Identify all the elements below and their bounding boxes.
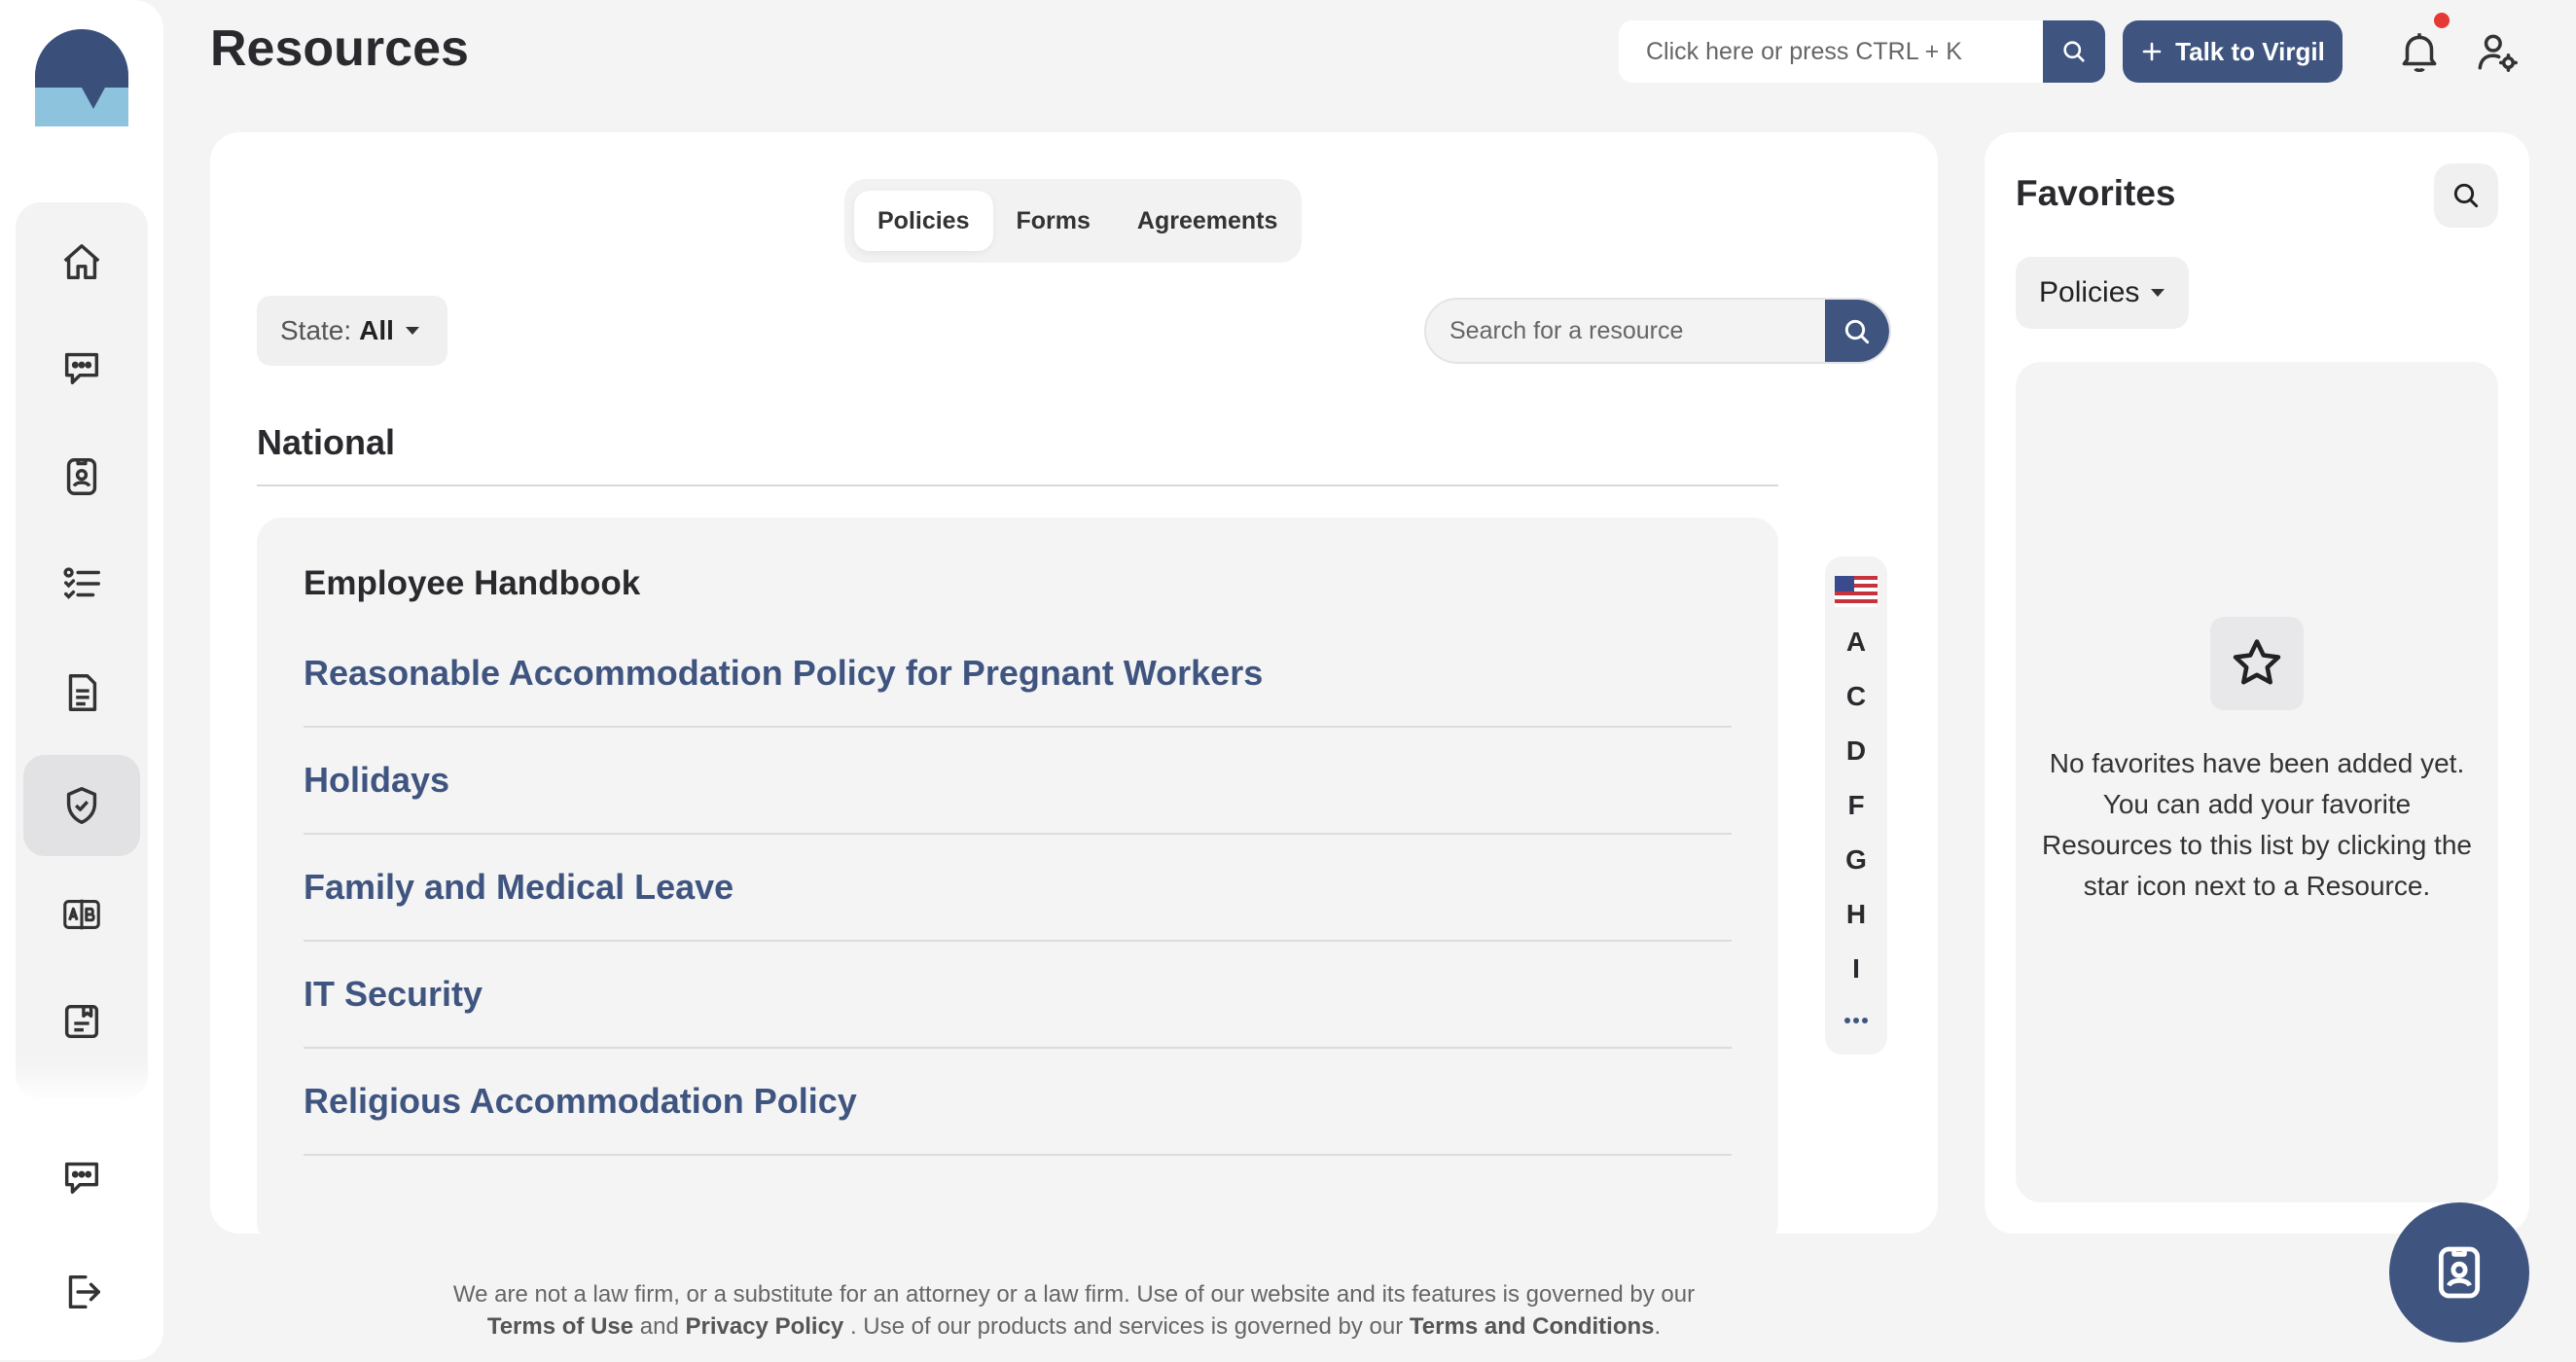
nav-tasks[interactable]: [23, 533, 140, 634]
shield-check-icon: [66, 787, 97, 824]
empty-message-line1: No favorites have been added yet.: [2049, 748, 2465, 778]
list-item[interactable]: Family and Medical Leave: [304, 835, 1732, 942]
section-divider: [257, 484, 1778, 486]
nav-home[interactable]: [23, 212, 140, 313]
state-filter-value: All: [359, 315, 394, 345]
floating-assistant-button[interactable]: [2389, 1202, 2529, 1343]
bell-icon: [2402, 33, 2437, 73]
global-search-input[interactable]: [1619, 20, 2043, 83]
empty-message-line2: You can add your favorite Resources to t…: [2042, 789, 2472, 901]
footer-disclaimer: We are not a law firm, or a substitute f…: [210, 1278, 1938, 1343]
page-title: Resources: [210, 20, 469, 77]
terms-and-conditions-link[interactable]: Terms and Conditions: [1410, 1313, 1655, 1340]
document-icon: [68, 674, 97, 711]
resource-search-input[interactable]: [1426, 300, 1825, 362]
chat-icon: [64, 352, 99, 385]
more-icon[interactable]: [1825, 1000, 1887, 1031]
nav-group: [16, 202, 148, 1099]
account-button[interactable]: [2473, 27, 2522, 76]
nav-chat[interactable]: [23, 317, 140, 418]
list-heading: Employee Handbook: [304, 564, 641, 602]
search-icon: [1844, 319, 1870, 344]
global-search-button[interactable]: [2043, 20, 2105, 83]
star-icon: [2210, 617, 2304, 710]
index-letter-d[interactable]: D: [1825, 735, 1887, 767]
privacy-policy-link[interactable]: Privacy Policy: [686, 1313, 844, 1340]
nav-documents[interactable]: [23, 642, 140, 743]
bookmark-doc-icon: [64, 1004, 99, 1039]
favorites-search-button[interactable]: [2434, 163, 2498, 228]
footer-text-1: We are not a law firm, or a substitute f…: [452, 1281, 1696, 1308]
alphabet-index: A C D F G H I: [1825, 556, 1887, 1055]
nav-messages[interactable]: [23, 1129, 140, 1226]
tab-agreements[interactable]: Agreements: [1114, 191, 1302, 251]
badge-icon: [2438, 1246, 2481, 1299]
tab-forms[interactable]: Forms: [993, 191, 1114, 251]
nav-resources[interactable]: [23, 755, 140, 856]
logout-icon: [68, 1274, 100, 1309]
index-letter-i[interactable]: I: [1825, 953, 1887, 985]
footer-period: .: [1654, 1313, 1662, 1340]
search-icon: [2453, 183, 2479, 208]
talk-button-label: Talk to Virgil: [2175, 36, 2325, 66]
favorites-title: Favorites: [2016, 173, 2176, 213]
notifications-button[interactable]: [2395, 27, 2444, 76]
index-letter-h[interactable]: H: [1825, 899, 1887, 930]
checklist-icon: [63, 567, 100, 599]
nav-translate[interactable]: [23, 864, 140, 965]
home-icon: [63, 244, 100, 280]
us-flag-icon[interactable]: [1835, 576, 1878, 607]
index-letter-g[interactable]: G: [1825, 844, 1887, 876]
state-filter-dropdown[interactable]: State: All: [257, 296, 447, 366]
resource-tabs: Policies Forms Agreements: [844, 179, 1302, 263]
index-letter-a[interactable]: A: [1825, 627, 1887, 658]
index-letter-f[interactable]: F: [1825, 790, 1887, 821]
list-item[interactable]: IT Security: [304, 942, 1732, 1049]
section-title: National: [257, 422, 396, 462]
nav-employees[interactable]: [23, 426, 140, 527]
favorites-panel: Favorites Policies No favorites have bee…: [1985, 132, 2529, 1234]
caret-down-icon: [405, 327, 419, 335]
footer-text-2: . Use of our products and services is go…: [849, 1313, 1404, 1340]
caret-down-icon: [2151, 289, 2165, 297]
global-search: [1619, 20, 2105, 83]
favorites-filter-value: Policies: [2039, 276, 2140, 308]
plus-icon: [2142, 42, 2162, 61]
chat-icon: [64, 1162, 99, 1195]
index-letter-c[interactable]: C: [1825, 681, 1887, 712]
list-item[interactable]: Holidays: [304, 728, 1732, 835]
footer-and: and: [639, 1313, 679, 1340]
resource-search-button[interactable]: [1825, 300, 1889, 362]
translate-icon: [63, 899, 100, 930]
talk-to-virgil-button[interactable]: Talk to Virgil: [2123, 20, 2343, 83]
badge-icon: [66, 458, 97, 495]
nav-logout[interactable]: [23, 1243, 140, 1341]
terms-of-use-link[interactable]: Terms of Use: [487, 1313, 633, 1340]
search-icon: [2063, 41, 2085, 62]
nav-saved[interactable]: [23, 971, 140, 1072]
favorites-empty-message: No favorites have been added yet. You ca…: [2035, 743, 2479, 907]
list-item[interactable]: Reasonable Accommodation Policy for Preg…: [304, 621, 1732, 728]
app-logo[interactable]: [33, 29, 130, 130]
state-filter-label: State:: [280, 315, 352, 345]
resources-panel: Policies Forms Agreements State: All Nat…: [210, 132, 1938, 1234]
policy-list: Employee Handbook Reasonable Accommodati…: [257, 518, 1778, 1234]
list-item[interactable]: Religious Accommodation Policy: [304, 1049, 1732, 1156]
resource-search: [1424, 298, 1891, 364]
favorites-empty-state: No favorites have been added yet. You ca…: [2016, 362, 2498, 1202]
favorites-filter-dropdown[interactable]: Policies: [2016, 257, 2189, 329]
user-settings-icon: [2478, 34, 2518, 72]
sidebar: [0, 0, 163, 1360]
notification-dot: [2434, 13, 2450, 28]
tab-policies[interactable]: Policies: [854, 191, 993, 251]
